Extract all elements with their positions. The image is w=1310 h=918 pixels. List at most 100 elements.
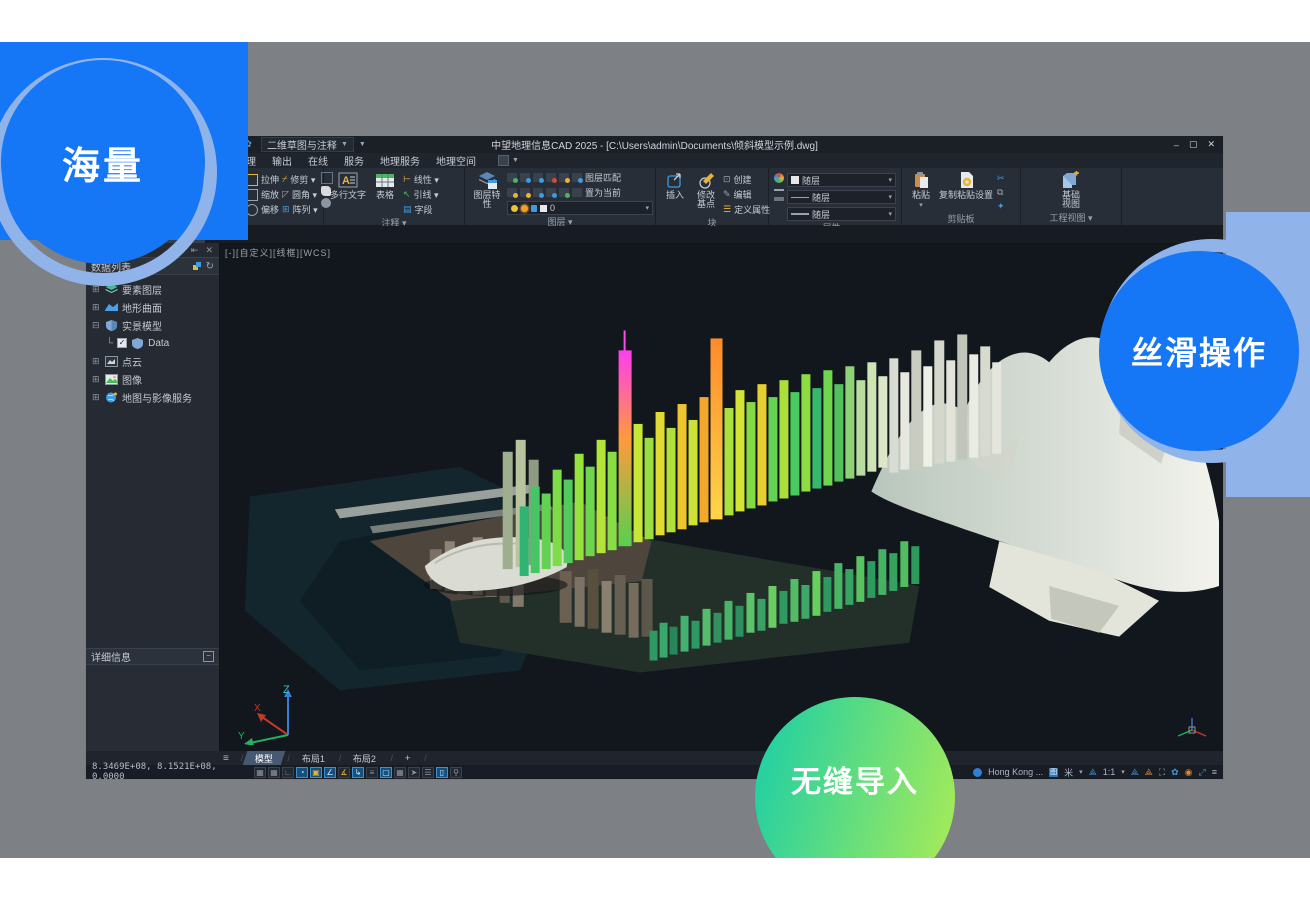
- annotation-visibility-icon[interactable]: ⟁: [1131, 767, 1139, 778]
- tab-model[interactable]: 模型: [243, 751, 286, 765]
- copy-paste-settings-button[interactable]: 复制粘贴设置: [938, 171, 994, 200]
- workspace-switcher[interactable]: 二维草图与注释 ▼: [261, 137, 354, 152]
- copy-clip-icon[interactable]: ⧉: [997, 187, 1005, 198]
- layer-dropdown[interactable]: 0 ▾: [507, 201, 653, 215]
- mtext-button[interactable]: A 多行文字: [329, 171, 367, 200]
- define-attribute-button[interactable]: ☰定义属性: [723, 203, 770, 216]
- tab-layout2[interactable]: 布局2: [341, 751, 389, 765]
- workspace-switch-icon[interactable]: ⛶: [1159, 767, 1165, 778]
- dynamic-input-toggle[interactable]: ▢: [380, 767, 392, 778]
- layer-unisolate-icon[interactable]: [572, 173, 582, 182]
- linear-dim-button[interactable]: ⊢线性 ▾: [403, 173, 439, 186]
- viewport-controls[interactable]: [-][自定义][线框][WCS]: [225, 246, 331, 259]
- panel-autohide-icon[interactable]: ⇤: [191, 245, 199, 256]
- drawing-unit[interactable]: 米: [1064, 766, 1073, 779]
- layer-match-button[interactable]: 图层匹配: [585, 171, 621, 184]
- refresh-icon[interactable]: ↻: [206, 261, 214, 272]
- geolocation-toggle[interactable]: ⚲: [450, 767, 462, 778]
- color-wheel-icon[interactable]: [774, 173, 784, 183]
- snap-tracking-toggle[interactable]: ∡: [338, 767, 350, 778]
- annotation-scale-value[interactable]: 1:1: [1103, 767, 1116, 777]
- tree-item-point-cloud[interactable]: ⊞ 点云: [92, 352, 219, 370]
- selection-cycling-toggle[interactable]: ➤: [408, 767, 420, 778]
- stretch-button[interactable]: 拉伸: [246, 173, 279, 186]
- fillet-button[interactable]: ◸圆角 ▾: [282, 188, 318, 201]
- layer-merge-icon[interactable]: [559, 188, 569, 197]
- insert-block-button[interactable]: 插入: [661, 171, 689, 200]
- qat-chevron-icon[interactable]: ▼: [359, 141, 366, 148]
- offset-button[interactable]: 偏移: [246, 203, 279, 216]
- layer-on-icon[interactable]: [507, 173, 517, 182]
- isolate-icon[interactable]: ◉: [1185, 767, 1193, 778]
- paste-button[interactable]: 粘贴 ▾: [907, 171, 935, 210]
- add-layout-button[interactable]: +: [393, 751, 423, 765]
- grid-display-toggle[interactable]: ▦: [254, 767, 266, 778]
- tree-item-terrain-surface[interactable]: ⊞ 地形曲面: [92, 298, 219, 316]
- edit-base-point-button[interactable]: 修改 基点: [692, 171, 720, 209]
- layer-unlock-icon[interactable]: [546, 188, 556, 197]
- tree-item-map-services[interactable]: ⊞ 地图与影像服务: [92, 388, 219, 406]
- tree-item-data[interactable]: └ ✓ Data: [92, 334, 219, 352]
- linetype-icon[interactable]: [774, 189, 784, 191]
- ortho-mode-toggle[interactable]: ∟: [282, 767, 294, 778]
- object-snap-toggle[interactable]: ▣: [310, 767, 322, 778]
- annotation-auto-icon[interactable]: ⟁: [1145, 767, 1153, 778]
- match-properties-icon[interactable]: ✦: [997, 201, 1005, 212]
- status-menu-icon[interactable]: ≡: [1212, 767, 1217, 777]
- base-view-button[interactable]: 基础 视图: [1057, 171, 1085, 209]
- tree-item-image[interactable]: ⊞ 图像: [92, 370, 219, 388]
- layer-properties-button[interactable]: 图层特性: [470, 171, 504, 209]
- location-name[interactable]: Hong Kong ...: [988, 767, 1043, 777]
- quick-properties-toggle[interactable]: ▦: [394, 767, 406, 778]
- isolate-objects-toggle[interactable]: ▯: [436, 767, 448, 778]
- block-create-button[interactable]: ⊡创建: [723, 173, 770, 186]
- cut-icon[interactable]: ✂: [997, 173, 1005, 184]
- menu-geo-space[interactable]: 地理空间: [436, 153, 476, 168]
- collapse-icon[interactable]: ⊟: [92, 320, 101, 331]
- color-dropdown[interactable]: 随层▾: [787, 173, 896, 187]
- scale-chevron-icon[interactable]: ▾: [1121, 768, 1125, 776]
- trim-button[interactable]: ⌿修剪 ▾: [282, 173, 318, 186]
- make-current-button[interactable]: 置为当前: [585, 186, 621, 199]
- lineweight-icon[interactable]: [774, 197, 784, 201]
- leader-button[interactable]: ↖引线 ▾: [403, 188, 439, 201]
- minimize-button[interactable]: –: [1174, 140, 1179, 150]
- layer-delete-icon[interactable]: [572, 188, 582, 197]
- unit-map-icon[interactable]: 图: [1049, 768, 1058, 777]
- tree-item-reality-model[interactable]: ⊟ 实景模型: [92, 316, 219, 334]
- polar-tracking-toggle[interactable]: ◔: [296, 767, 308, 778]
- sort-layers-icon[interactable]: [193, 262, 201, 270]
- settings-gear-icon[interactable]: ✿: [1171, 767, 1179, 778]
- layer-prev-icon[interactable]: [507, 188, 517, 197]
- angle-snap-toggle[interactable]: ∠: [324, 767, 336, 778]
- scale-button[interactable]: 缩放: [246, 188, 279, 201]
- menu-online[interactable]: 在线: [308, 153, 328, 168]
- layer-walk-icon[interactable]: [520, 188, 530, 197]
- data-checkbox[interactable]: ✓: [117, 338, 127, 348]
- table-button[interactable]: 表格: [370, 171, 400, 200]
- array-button[interactable]: ⊞阵列 ▾: [282, 203, 318, 216]
- annotation-monitor-toggle[interactable]: ☰: [422, 767, 434, 778]
- expand-icon[interactable]: ⊞: [92, 374, 101, 385]
- layer-off-icon[interactable]: [546, 173, 556, 182]
- ribbon-options-button[interactable]: ▼: [498, 155, 519, 166]
- views-panel-label[interactable]: 工程视图 ▾: [1021, 211, 1121, 225]
- panel-close-icon[interactable]: ✕: [205, 245, 213, 256]
- layer-isolate-icon[interactable]: [559, 173, 569, 182]
- linetype-dropdown[interactable]: 随层▾: [787, 190, 896, 204]
- clipboard-panel-label[interactable]: 剪贴板: [902, 212, 1020, 226]
- menu-output[interactable]: 输出: [272, 153, 292, 168]
- menu-geo-services[interactable]: 地理服务: [380, 153, 420, 168]
- close-button[interactable]: ✕: [1207, 139, 1215, 150]
- menu-services[interactable]: 服务: [344, 153, 364, 168]
- collapse-details-button[interactable]: −: [203, 651, 214, 662]
- maximize-button[interactable]: ▢: [1189, 139, 1198, 150]
- fullscreen-icon[interactable]: ⤢: [1199, 767, 1206, 778]
- layer-thaw-icon[interactable]: [533, 188, 543, 197]
- viewport[interactable]: [-][自定义][线框][WCS] —: [220, 243, 1223, 751]
- annotation-scale-icon[interactable]: ⟁: [1089, 767, 1097, 778]
- layer-lock-icon[interactable]: [533, 173, 543, 182]
- tab-layout1[interactable]: 布局1: [290, 751, 338, 765]
- expand-icon[interactable]: ⊞: [92, 392, 101, 403]
- object-snap-tracking-toggle[interactable]: ↳: [352, 767, 364, 778]
